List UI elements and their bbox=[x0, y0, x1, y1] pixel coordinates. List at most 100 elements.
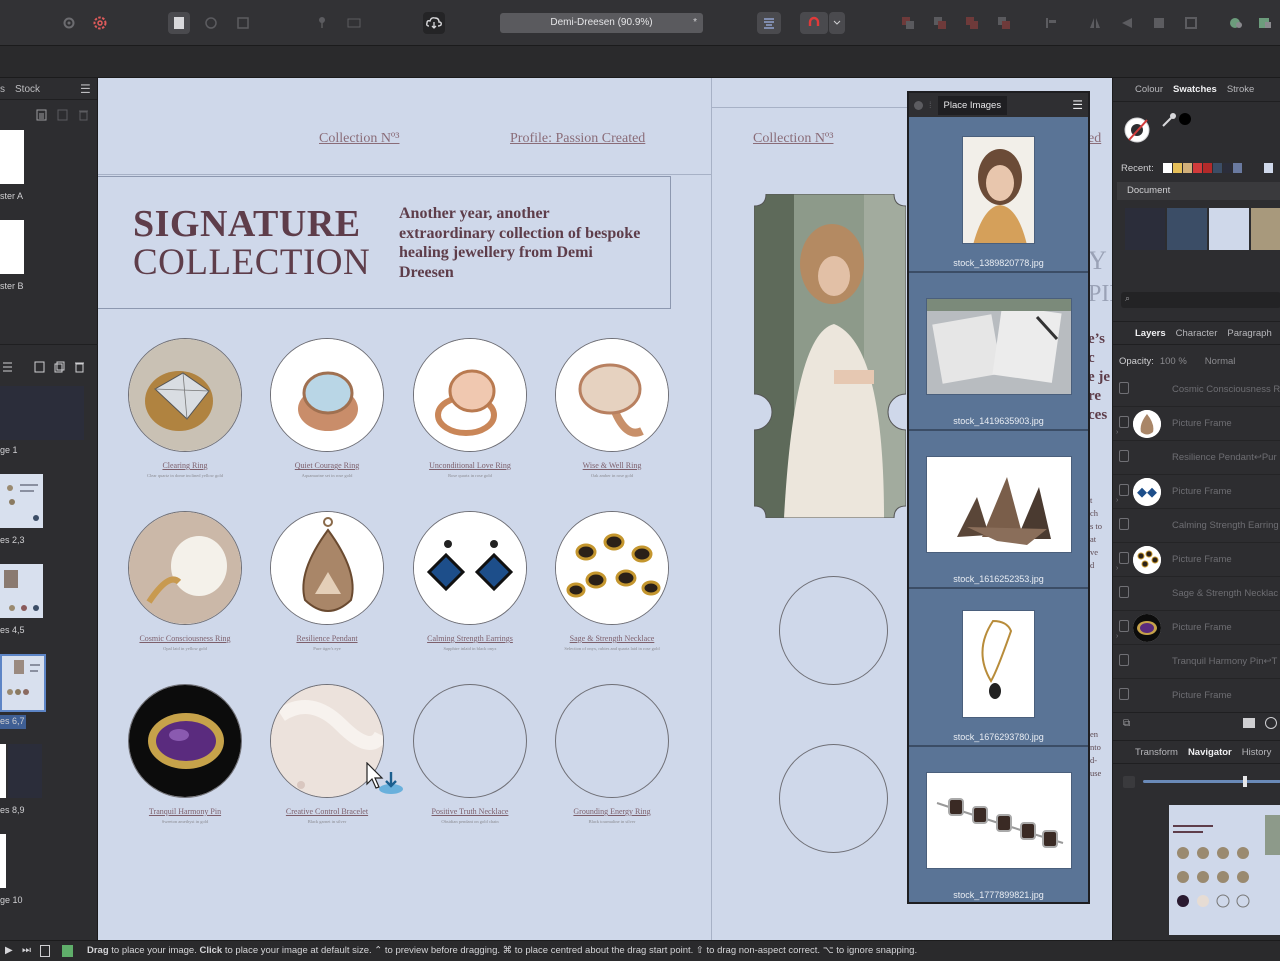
arrange-forward-icon[interactable] bbox=[961, 12, 983, 34]
tab-stroke[interactable]: Stroke bbox=[1227, 84, 1254, 95]
product-frame-grounding-empty[interactable] bbox=[555, 684, 669, 798]
layer-row[interactable]: Tranquil Harmony Pin↩T bbox=[1113, 645, 1280, 679]
publisher-persona-icon[interactable] bbox=[168, 12, 190, 34]
product-frame-quiet-courage[interactable] bbox=[270, 338, 384, 452]
cloud-icon[interactable] bbox=[423, 12, 445, 34]
product-frame-clearing[interactable] bbox=[128, 338, 242, 452]
black-swatch-icon[interactable] bbox=[1179, 113, 1191, 125]
layer-row[interactable]: Resilience Pendant↩Pur bbox=[1113, 441, 1280, 475]
swatch-pale-blue[interactable] bbox=[1209, 208, 1249, 250]
mask-icon[interactable] bbox=[1243, 718, 1255, 728]
page-1-thumb[interactable] bbox=[0, 386, 84, 440]
page-icon[interactable] bbox=[40, 945, 50, 957]
duplicate-master-icon[interactable] bbox=[57, 108, 68, 126]
product-frame-calming[interactable] bbox=[413, 511, 527, 625]
tab-character[interactable]: Character bbox=[1176, 328, 1218, 339]
place-image-item-5[interactable]: stock_1777899821.jpg bbox=[909, 749, 1088, 905]
zoom-slider-handle[interactable] bbox=[1243, 776, 1247, 787]
preflight-icon[interactable] bbox=[343, 12, 365, 34]
palette-dropdown[interactable]: Document bbox=[1117, 182, 1280, 200]
add-master-icon[interactable] bbox=[36, 108, 47, 126]
swatch-dark[interactable] bbox=[1125, 208, 1165, 250]
chevron-right-icon[interactable]: › bbox=[1116, 497, 1118, 504]
photo-persona-icon[interactable] bbox=[200, 12, 222, 34]
layer-row[interactable]: Sage & Strength Necklac bbox=[1113, 577, 1280, 611]
place-image-item-2[interactable]: stock_1419635903.jpg bbox=[909, 275, 1088, 431]
page-options-icon[interactable] bbox=[2, 360, 13, 378]
swatch-search-input[interactable]: ⌕ bbox=[1121, 292, 1280, 308]
tab-swatches[interactable]: Swatches bbox=[1173, 84, 1217, 95]
preferences-icon[interactable] bbox=[1254, 12, 1276, 34]
pages-8-9-thumb-right[interactable] bbox=[8, 744, 42, 798]
place-image-item-4[interactable]: stock_1676293780.jpg bbox=[909, 591, 1088, 747]
layer-row[interactable]: Calming Strength Earring bbox=[1113, 509, 1280, 543]
arrange-front-icon[interactable] bbox=[993, 12, 1015, 34]
opacity-value[interactable]: 100 % bbox=[1160, 356, 1187, 367]
fill-stroke-well-icon[interactable] bbox=[1121, 110, 1157, 151]
close-icon[interactable] bbox=[914, 100, 923, 110]
swatch-navy[interactable] bbox=[1167, 208, 1207, 250]
pin-icon[interactable] bbox=[311, 12, 333, 34]
arrange-back-icon[interactable] bbox=[897, 12, 919, 34]
add-page-icon[interactable] bbox=[34, 360, 45, 378]
align-icon[interactable] bbox=[1040, 12, 1062, 34]
zoom-slider[interactable] bbox=[1143, 776, 1280, 787]
panel-menu-icon[interactable]: ☰ bbox=[80, 82, 91, 96]
master-a-thumb[interactable] bbox=[0, 130, 24, 184]
document-title-tab[interactable]: Demi-Dreesen (90.9%) * bbox=[500, 13, 703, 33]
settings-icon[interactable] bbox=[58, 12, 80, 34]
layer-row[interactable]: › Picture Frame bbox=[1113, 611, 1280, 645]
designer-persona-icon[interactable] bbox=[232, 12, 254, 34]
delete-page-icon[interactable] bbox=[74, 360, 85, 378]
product-frame-resilience[interactable] bbox=[270, 511, 384, 625]
tab-stock[interactable]: Stock bbox=[15, 84, 40, 95]
master-b-thumb[interactable] bbox=[0, 220, 24, 274]
right-empty-frame-2[interactable] bbox=[779, 744, 888, 853]
tab-layers[interactable]: Layers bbox=[1135, 328, 1166, 339]
step-forward-icon[interactable]: ⏭ bbox=[22, 941, 31, 961]
panel-menu-icon[interactable]: ☰ bbox=[1072, 98, 1083, 112]
tab-navigator[interactable]: Navigator bbox=[1188, 747, 1232, 758]
tab-transform[interactable]: Transform bbox=[1135, 747, 1178, 758]
assistant-icon[interactable] bbox=[1225, 12, 1247, 34]
layer-options-icon[interactable]: ⧉ bbox=[1123, 718, 1130, 729]
layer-row[interactable]: Cosmic Consciousness R bbox=[1113, 373, 1280, 407]
blend-mode-select[interactable]: Normal bbox=[1205, 356, 1236, 367]
pages-2-3-thumb[interactable] bbox=[0, 474, 43, 528]
chevron-down-icon[interactable] bbox=[829, 12, 845, 34]
layer-row[interactable]: › Picture Frame bbox=[1113, 543, 1280, 577]
product-frame-wise-well[interactable] bbox=[555, 338, 669, 452]
snapping-icon[interactable] bbox=[800, 12, 828, 34]
play-icon[interactable]: ▶ bbox=[5, 941, 13, 961]
delete-master-icon[interactable] bbox=[78, 108, 89, 126]
preflight-status-icon[interactable] bbox=[62, 945, 73, 957]
right-empty-frame-1[interactable] bbox=[779, 576, 888, 685]
drag-handle-icon[interactable]: ⁞ bbox=[929, 100, 932, 110]
profile-photo-frame[interactable] bbox=[753, 193, 907, 519]
layer-row[interactable]: › Picture Frame bbox=[1113, 407, 1280, 441]
title-box[interactable]: SIGNATURE COLLECTION Another year, anoth… bbox=[98, 176, 671, 309]
tab-colour[interactable]: Colour bbox=[1135, 84, 1163, 95]
boolean-subtract-icon[interactable] bbox=[1180, 12, 1202, 34]
product-frame-positive-empty[interactable] bbox=[413, 684, 527, 798]
gear-icon[interactable] bbox=[89, 12, 111, 34]
layer-row[interactable]: Picture Frame bbox=[1113, 679, 1280, 713]
adjustment-icon[interactable] bbox=[1265, 717, 1277, 729]
rotate-icon[interactable] bbox=[1116, 12, 1138, 34]
zoom-out-icon[interactable] bbox=[1123, 776, 1135, 788]
chevron-right-icon[interactable]: › bbox=[1116, 565, 1118, 572]
product-frame-unconditional-love[interactable] bbox=[413, 338, 527, 452]
pages-4-5-thumb[interactable] bbox=[0, 564, 43, 618]
page-10-thumb[interactable] bbox=[0, 834, 6, 888]
swatch-taupe[interactable] bbox=[1251, 208, 1280, 250]
tab-history[interactable]: History bbox=[1242, 747, 1272, 758]
navigator-preview[interactable] bbox=[1169, 805, 1280, 935]
duplicate-page-icon[interactable] bbox=[54, 360, 65, 378]
tab-partial[interactable]: s bbox=[0, 84, 5, 95]
pages-8-9-thumb-left[interactable] bbox=[0, 744, 6, 798]
arrange-backward-icon[interactable] bbox=[929, 12, 951, 34]
chevron-right-icon[interactable]: › bbox=[1116, 633, 1118, 640]
product-frame-cosmic[interactable] bbox=[128, 511, 242, 625]
place-image-item-3[interactable]: stock_1616252353.jpg bbox=[909, 433, 1088, 589]
product-frame-sage[interactable] bbox=[555, 511, 669, 625]
